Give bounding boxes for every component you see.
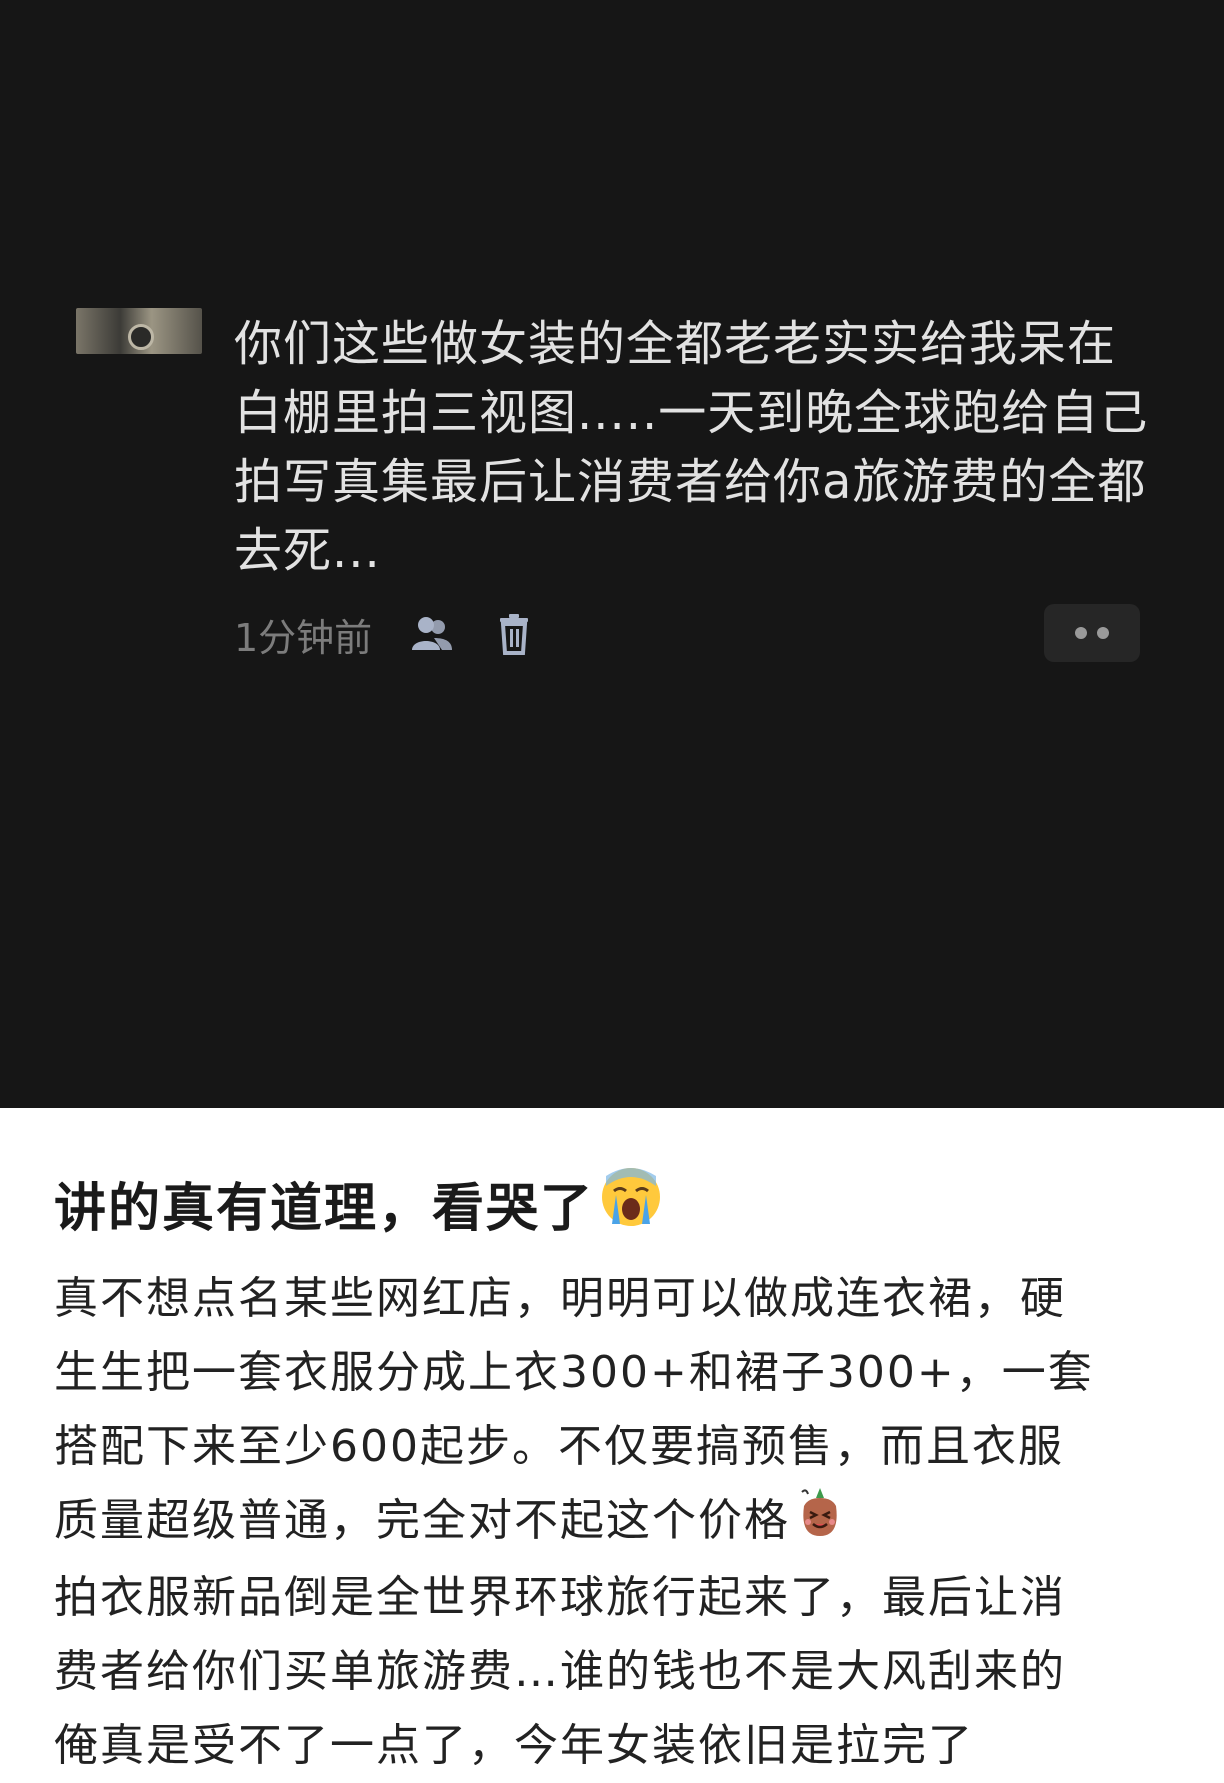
post-line: 搭配下来至少600起步。不仅要搞预售，而且衣服: [54, 1421, 1064, 1472]
post-line-with-emoji: 质量超级普通，完全对不起这个价格: [54, 1484, 1184, 1561]
post-line: 生生把一套衣服分成上衣300+和裙子300+，一套: [54, 1347, 1094, 1398]
post-line: 俺真是受不了一点了，今年女装依旧是拉完了: [54, 1719, 974, 1771]
trash-icon[interactable]: [492, 612, 536, 656]
post-line: 真不想点名某些网红店，明明可以做成连衣裙，硬: [54, 1273, 1066, 1324]
crying-face-emoji: [600, 1166, 662, 1241]
post-body: 真不想点名某些网红店，明明可以做成连衣裙，硬 生生把一套衣服分成上衣300+和裙…: [54, 1262, 1184, 1783]
comment-timestamp: 1分钟前: [234, 615, 373, 660]
post-line: 拍衣服新品倒是全世界环球旅行起来了，最后让消: [54, 1571, 1066, 1623]
more-icon[interactable]: [1044, 604, 1140, 662]
comment-text: 你们这些做女装的全都老老实实给我呆在白棚里拍三视图.....一天到晚全球跑给自己…: [234, 316, 1149, 579]
avatar[interactable]: [76, 308, 202, 354]
post-line: 质量超级普通，完全对不起这个价格: [54, 1495, 790, 1546]
user-icon[interactable]: [410, 612, 454, 656]
post-title-text: 讲的真有道理，看哭了: [54, 1179, 595, 1239]
comment-screenshot: 你们这些做女装的全都老老实实给我呆在白棚里拍三视图.....一天到晚全球跑给自己…: [0, 0, 1224, 1108]
post-title: 讲的真有道理，看哭了: [54, 1166, 662, 1241]
comment-meta: 1分钟前: [234, 606, 536, 662]
more-dot: [1075, 627, 1087, 639]
annoyed-sack-emoji: [796, 1486, 844, 1561]
more-dot: [1097, 627, 1109, 639]
post-line: 费者给你们买单旅游费…谁的钱也不是大风刮来的: [54, 1645, 1066, 1697]
